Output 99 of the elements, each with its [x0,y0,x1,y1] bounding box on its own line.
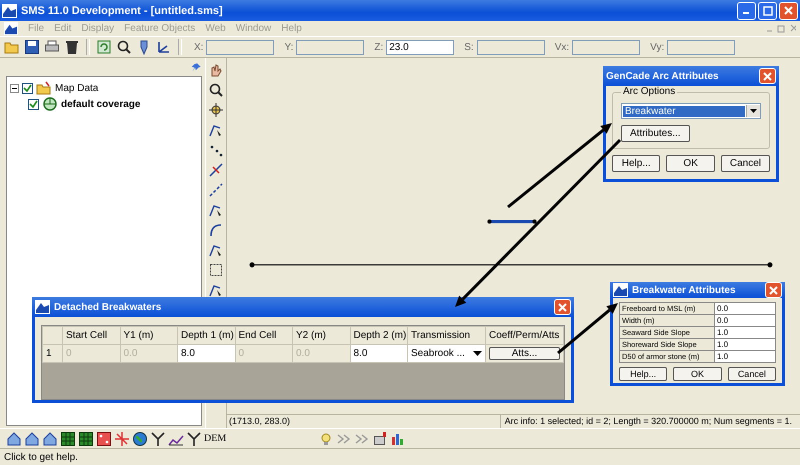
input-field[interactable]: 23.0 [386,40,454,54]
checkbox[interactable] [28,98,39,110]
input-field[interactable] [296,40,364,54]
close-button[interactable] [765,282,782,298]
app-icon [35,300,50,314]
column-header: Start Cell [62,326,120,344]
property-value[interactable]: 1.0 [714,350,776,362]
maximize-icon [762,6,772,16]
minimize-button[interactable] [737,2,756,20]
field-label: Vy: [650,42,664,52]
save-icon[interactable] [24,39,40,55]
dialog-button[interactable]: Cancel [728,367,776,381]
group-label: Arc Options [621,86,678,97]
input-field[interactable] [476,40,545,54]
app-icon [2,4,17,18]
box-icon[interactable] [372,430,388,446]
cross-icon[interactable] [114,430,130,446]
caret-icon [473,350,482,356]
frame-icon[interactable] [208,262,224,278]
coverage-icon [42,96,58,112]
window-title: SMS 11.0 Development - [untitled.sms] [21,4,223,16]
close-button[interactable] [779,2,798,20]
column-header: Depth 2 (m) [350,326,408,344]
house-icon[interactable] [42,430,58,446]
dialog-button[interactable]: Cancel [720,155,770,172]
dialog-button[interactable]: Help... [619,367,668,381]
field-label: Z: [374,42,384,52]
caret-icon [750,109,757,113]
dropdown[interactable]: Seabrook ... [408,344,486,362]
move-icon[interactable] [208,102,224,118]
arc-info: Arc info: 1 selected; id = 2; Length = 320.700000 m; Num segments = 1. [500,415,800,428]
arc-line[interactable] [250,262,772,268]
zoom-icon[interactable] [208,82,224,98]
zoom-icon[interactable] [116,39,132,55]
globe-icon[interactable] [132,430,148,446]
dialog-title: Detached Breakwaters [54,302,162,312]
branch-icon[interactable] [150,430,166,446]
column-header: Y2 (m) [292,326,350,344]
property-value[interactable]: 1.0 [714,338,776,350]
dropdown[interactable]: Breakwater [621,103,761,119]
grid-icon[interactable] [78,430,94,446]
refresh-icon[interactable] [96,39,112,55]
input-field[interactable] [206,40,274,54]
tree-item[interactable]: default coverage [61,98,140,110]
cursor-coordinates: (1713.0, 283.0) [228,415,292,428]
row-number: 1 [42,344,62,362]
close-button[interactable] [759,68,776,84]
property-value[interactable]: 1.0 [714,326,776,338]
dialog-button[interactable]: OK [666,155,715,172]
axes-icon[interactable] [156,39,172,55]
cut-line-icon[interactable] [208,162,224,178]
grid-icon[interactable] [60,430,76,446]
dialog-title: GenCade Arc Attributes [606,70,719,82]
field-label: X: [194,42,204,52]
house-icon[interactable] [6,430,22,446]
collapse-toggle[interactable] [10,84,19,92]
curve-icon[interactable] [208,222,224,238]
folder-icon [36,80,52,96]
maximize-button[interactable] [758,2,777,20]
property-value[interactable]: 0.0 [714,302,776,314]
branch-icon[interactable] [186,430,202,446]
dialog-title: Breakwater Attributes [632,284,736,296]
column-header: Coeff/Perm/Atts [486,326,564,344]
tree-item[interactable]: Map Data [55,82,98,94]
document-icon[interactable] [4,22,18,35]
dialog-button[interactable]: OK [673,367,722,381]
close-icon [763,72,772,80]
column-header: Transmission [408,326,486,344]
table-cell[interactable]: 8.0 [350,344,408,362]
close-icon [558,302,567,312]
house-icon[interactable] [24,430,40,446]
attributes-button[interactable]: Attributes... [621,125,690,142]
dashed-line-icon[interactable] [208,182,224,198]
column-header: Depth 1 (m) [178,326,235,344]
trash-icon[interactable] [64,39,80,55]
checkbox[interactable] [22,82,33,94]
column-header: End Cell [235,326,292,344]
arc-select-icon[interactable] [208,122,224,138]
atts-button[interactable]: Atts... [489,347,560,360]
arc-select-icon[interactable] [208,202,224,218]
close-icon [784,6,793,15]
dialog-button[interactable]: Help... [612,155,660,172]
field-label: S: [464,42,474,52]
input-field[interactable] [667,40,736,54]
status-text: Click to get help. [4,452,78,462]
field-label: Y: [284,42,294,52]
table-cell[interactable]: 8.0 [178,344,235,362]
arc-select-icon[interactable] [208,282,224,298]
close-icon [769,286,778,294]
arc-select-icon[interactable] [208,242,224,258]
close-button[interactable] [554,299,571,315]
input-field[interactable] [572,40,640,54]
property-value[interactable]: 0.0 [714,314,776,326]
app-icon [613,283,628,297]
column-header: Y1 (m) [120,326,178,344]
selected-arc[interactable] [487,220,537,224]
field-label: Vx: [554,42,570,52]
die-icon[interactable] [96,430,112,446]
dem-tool[interactable]: DEM [204,433,226,444]
